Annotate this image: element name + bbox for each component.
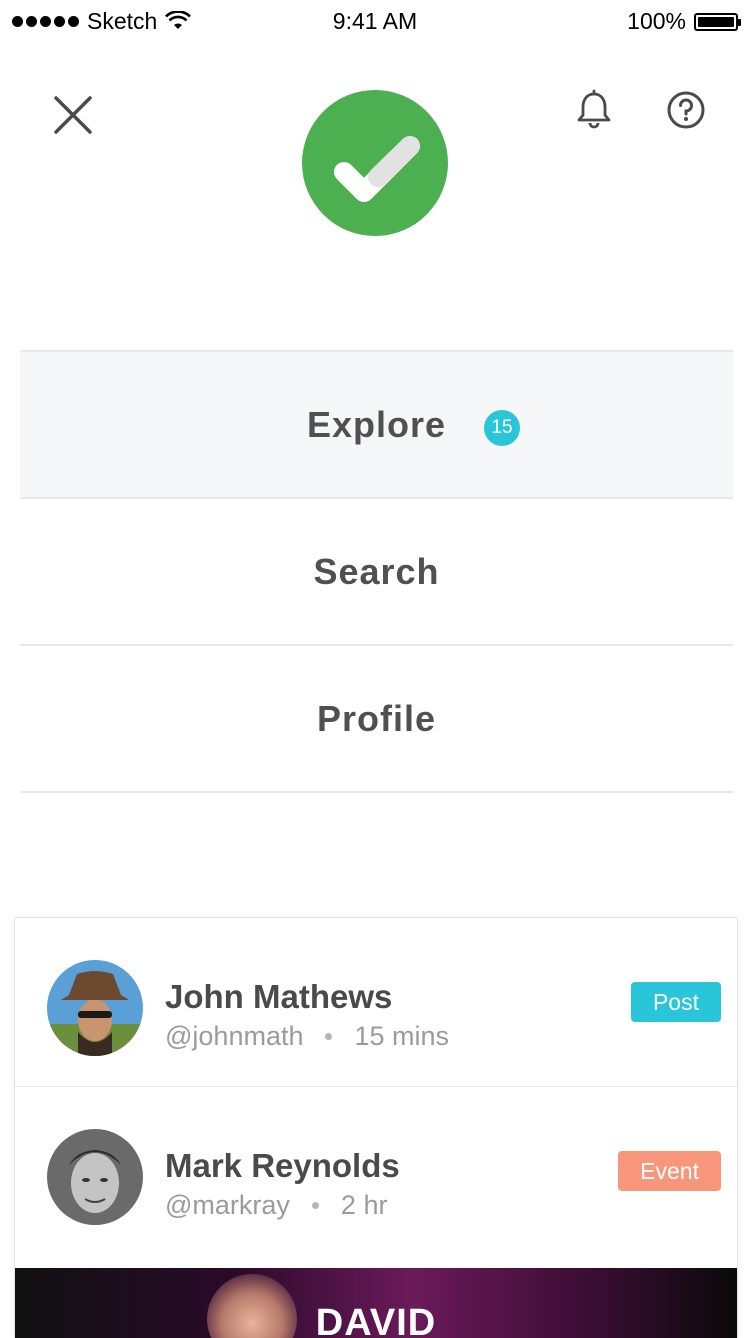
- check-icon: [334, 136, 420, 202]
- menu-item-label: Explore: [306, 403, 447, 445]
- timestamp: 15 mins: [354, 1021, 450, 1051]
- help-circle-icon: [667, 91, 705, 129]
- menu-item-label: Search: [313, 550, 440, 592]
- feed-item[interactable]: John Mathews @johnmath 15 mins Post: [15, 918, 737, 1086]
- avatar-photo: [47, 960, 143, 1056]
- type-tag-post[interactable]: Post: [630, 982, 721, 1022]
- battery-icon: [694, 12, 741, 31]
- dot-separator: [325, 1033, 333, 1040]
- type-tag-event[interactable]: Event: [618, 1151, 721, 1191]
- menu-item-profile[interactable]: Profile: [20, 644, 733, 793]
- timestamp: 2 hr: [340, 1190, 388, 1220]
- user-handle[interactable]: @johnmath: [165, 1021, 303, 1052]
- bell-icon: [577, 89, 611, 129]
- notification-badge: 15: [484, 410, 520, 446]
- user-name[interactable]: John Mathews: [165, 978, 392, 1016]
- close-icon: [54, 96, 92, 134]
- user-meta: @johnmath 15 mins: [165, 1021, 449, 1052]
- dot-separator: [311, 1202, 319, 1209]
- battery-area: 100%: [627, 8, 741, 35]
- user-meta: @markray 2 hr: [165, 1190, 387, 1221]
- menu-item-search[interactable]: Search: [20, 497, 733, 644]
- banner-title: DAVID: [315, 1302, 437, 1338]
- activity-feed: John Mathews @johnmath 15 mins Post Mark…: [14, 917, 738, 1338]
- menu-item-explore[interactable]: Explore 15: [20, 350, 733, 497]
- avatar[interactable]: [47, 1129, 143, 1225]
- help-button[interactable]: [664, 88, 708, 132]
- menu-item-label: Profile: [316, 697, 437, 739]
- avatar-photo: [47, 1129, 143, 1225]
- feed-item[interactable]: Mark Reynolds @markray 2 hr Event: [15, 1086, 737, 1255]
- battery-percent: 100%: [627, 8, 686, 34]
- notifications-button[interactable]: [572, 88, 616, 132]
- close-button[interactable]: [50, 92, 96, 138]
- main-menu: Explore 15 Search Profile: [20, 350, 733, 793]
- logo: [302, 90, 448, 236]
- avatar[interactable]: [47, 960, 143, 1056]
- status-bar: Sketch 9:41 AM 100%: [0, 0, 750, 44]
- user-name[interactable]: Mark Reynolds: [165, 1147, 400, 1185]
- event-banner[interactable]: DAVID: [15, 1268, 737, 1338]
- user-handle[interactable]: @markray: [165, 1190, 290, 1221]
